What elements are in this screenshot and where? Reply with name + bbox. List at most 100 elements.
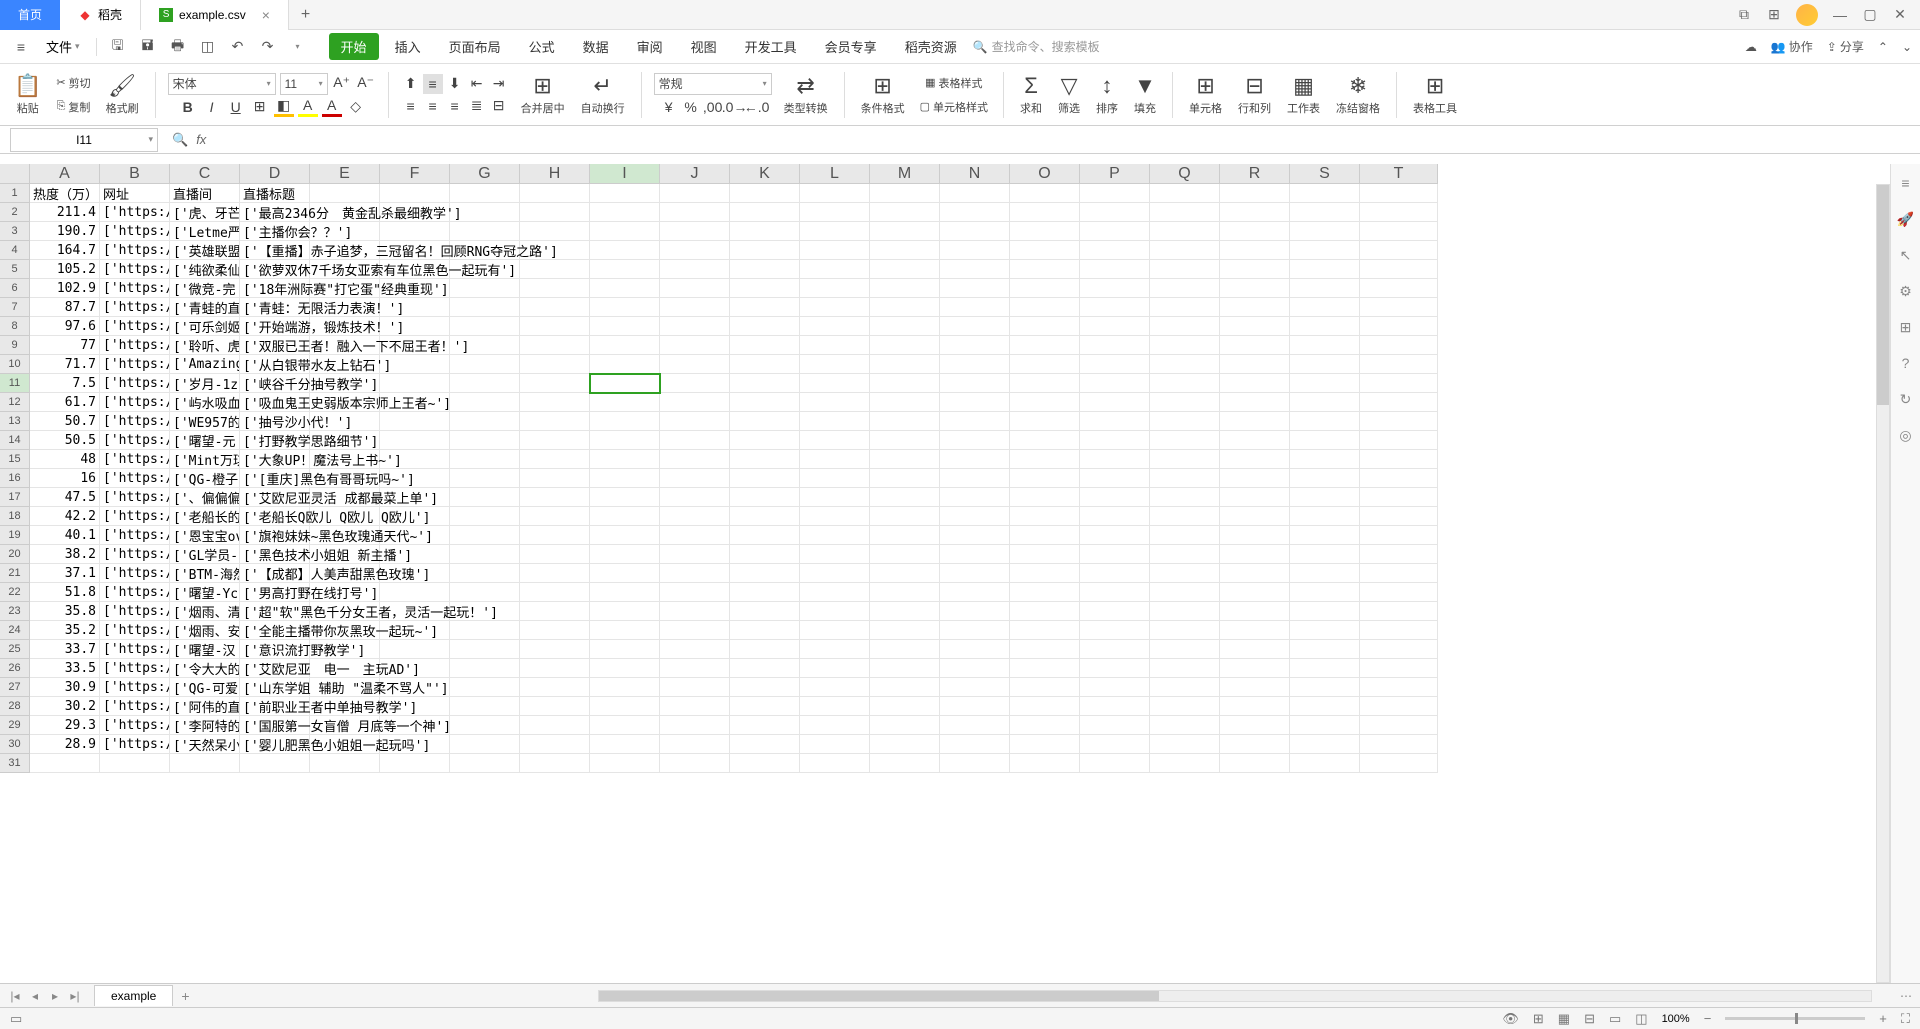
cell[interactable] — [660, 317, 730, 336]
cell[interactable] — [520, 735, 590, 754]
cell[interactable]: 102.9 — [30, 279, 100, 298]
eye-icon[interactable]: 👁 — [1502, 1011, 1519, 1027]
cell[interactable] — [660, 602, 730, 621]
cell[interactable] — [1290, 678, 1360, 697]
cell[interactable] — [1080, 203, 1150, 222]
cell[interactable] — [660, 374, 730, 393]
col-header-D[interactable]: D — [240, 164, 310, 184]
cell[interactable] — [1360, 583, 1438, 602]
cell[interactable] — [590, 412, 660, 431]
cell[interactable]: ['开始端游，锻炼技术！'] — [240, 317, 310, 336]
cell[interactable] — [870, 678, 940, 697]
cell[interactable] — [940, 488, 1010, 507]
cell[interactable]: ['老船长Q欧儿 Q欧儿 Q欧儿'] — [240, 507, 310, 526]
cell[interactable] — [940, 621, 1010, 640]
row-header-6[interactable]: 6 — [0, 279, 30, 298]
cell[interactable] — [1150, 697, 1220, 716]
cell[interactable] — [940, 526, 1010, 545]
cell[interactable] — [1080, 621, 1150, 640]
cell[interactable] — [870, 431, 940, 450]
cell[interactable] — [870, 393, 940, 412]
cell[interactable] — [1080, 222, 1150, 241]
view-pagebreak-icon[interactable]: ⊟ — [1584, 1011, 1595, 1027]
cell[interactable]: ['吸血鬼王史弱版本宗师上王者~'] — [240, 393, 310, 412]
cell[interactable] — [940, 203, 1010, 222]
cell[interactable]: ['前职业王者中单抽号教学'] — [240, 697, 310, 716]
cell[interactable]: ['https:// — [100, 355, 170, 374]
cell[interactable]: 33.7 — [30, 640, 100, 659]
cell[interactable] — [590, 222, 660, 241]
align-bottom-icon[interactable]: ⬇ — [445, 74, 465, 94]
cond-format-button[interactable]: ⊞条件格式 — [857, 73, 909, 116]
cell[interactable] — [590, 317, 660, 336]
cell[interactable] — [870, 716, 940, 735]
cell[interactable] — [1290, 184, 1360, 203]
menu-tab-start[interactable]: 开始 — [329, 33, 379, 60]
cell[interactable] — [1010, 184, 1080, 203]
cell[interactable]: 97.6 — [30, 317, 100, 336]
row-header-13[interactable]: 13 — [0, 412, 30, 431]
cell[interactable] — [1360, 602, 1438, 621]
cell[interactable] — [1080, 716, 1150, 735]
cell[interactable] — [590, 602, 660, 621]
cell[interactable] — [730, 602, 800, 621]
expand-icon[interactable]: ⌄ — [1902, 40, 1912, 54]
cell[interactable] — [1010, 450, 1080, 469]
cell[interactable] — [1010, 564, 1080, 583]
cell[interactable] — [1290, 279, 1360, 298]
indent-inc-icon[interactable]: ⇥ — [489, 74, 509, 94]
cell[interactable]: ['李阿特的 — [170, 716, 240, 735]
apps-icon[interactable]: ⊞ — [1766, 7, 1782, 23]
vertical-scrollbar[interactable] — [1876, 184, 1890, 983]
cell[interactable] — [310, 754, 380, 773]
cell[interactable]: 35.2 — [30, 621, 100, 640]
cell[interactable] — [1220, 412, 1290, 431]
cell[interactable]: ['婴儿肥黑色小姐姐一起玩吗'] — [240, 735, 310, 754]
cell[interactable] — [1290, 374, 1360, 393]
cell[interactable] — [800, 583, 870, 602]
cell[interactable]: ['https:// — [100, 393, 170, 412]
type-convert-button[interactable]: ⇄类型转换 — [780, 73, 832, 116]
cell[interactable] — [1010, 222, 1080, 241]
cell[interactable] — [520, 298, 590, 317]
cell[interactable] — [660, 279, 730, 298]
cell[interactable] — [940, 678, 1010, 697]
cell[interactable] — [940, 412, 1010, 431]
cell[interactable] — [520, 507, 590, 526]
cell[interactable] — [590, 355, 660, 374]
row-header-11[interactable]: 11 — [0, 374, 30, 393]
cell[interactable] — [1010, 678, 1080, 697]
cell[interactable] — [870, 241, 940, 260]
cell[interactable] — [1360, 640, 1438, 659]
menu-tab-insert[interactable]: 插入 — [383, 33, 433, 60]
cell[interactable] — [590, 260, 660, 279]
cell[interactable] — [1360, 260, 1438, 279]
cell[interactable] — [660, 507, 730, 526]
sidebar-layout-icon[interactable]: ⊞ — [1897, 318, 1915, 336]
cell[interactable] — [730, 526, 800, 545]
cell[interactable] — [660, 469, 730, 488]
cell[interactable] — [1290, 412, 1360, 431]
cell[interactable] — [1080, 317, 1150, 336]
cell[interactable] — [1150, 583, 1220, 602]
cell[interactable] — [450, 393, 520, 412]
cell[interactable]: ['https:// — [100, 241, 170, 260]
cell[interactable] — [1080, 640, 1150, 659]
cell[interactable] — [660, 184, 730, 203]
cell[interactable] — [1360, 678, 1438, 697]
row-header-22[interactable]: 22 — [0, 583, 30, 602]
cell[interactable] — [1290, 203, 1360, 222]
cell[interactable] — [1010, 507, 1080, 526]
cell[interactable] — [1080, 735, 1150, 754]
close-button[interactable]: ✕ — [1892, 7, 1908, 23]
decimal-inc-icon[interactable]: .0→ — [725, 97, 745, 117]
cell[interactable] — [450, 279, 520, 298]
cell[interactable]: ['微竞-完 — [170, 279, 240, 298]
cell[interactable] — [660, 260, 730, 279]
cell[interactable] — [1290, 450, 1360, 469]
row-header-27[interactable]: 27 — [0, 678, 30, 697]
cell[interactable] — [660, 526, 730, 545]
col-header-M[interactable]: M — [870, 164, 940, 184]
col-header-F[interactable]: F — [380, 164, 450, 184]
cell[interactable] — [1150, 279, 1220, 298]
